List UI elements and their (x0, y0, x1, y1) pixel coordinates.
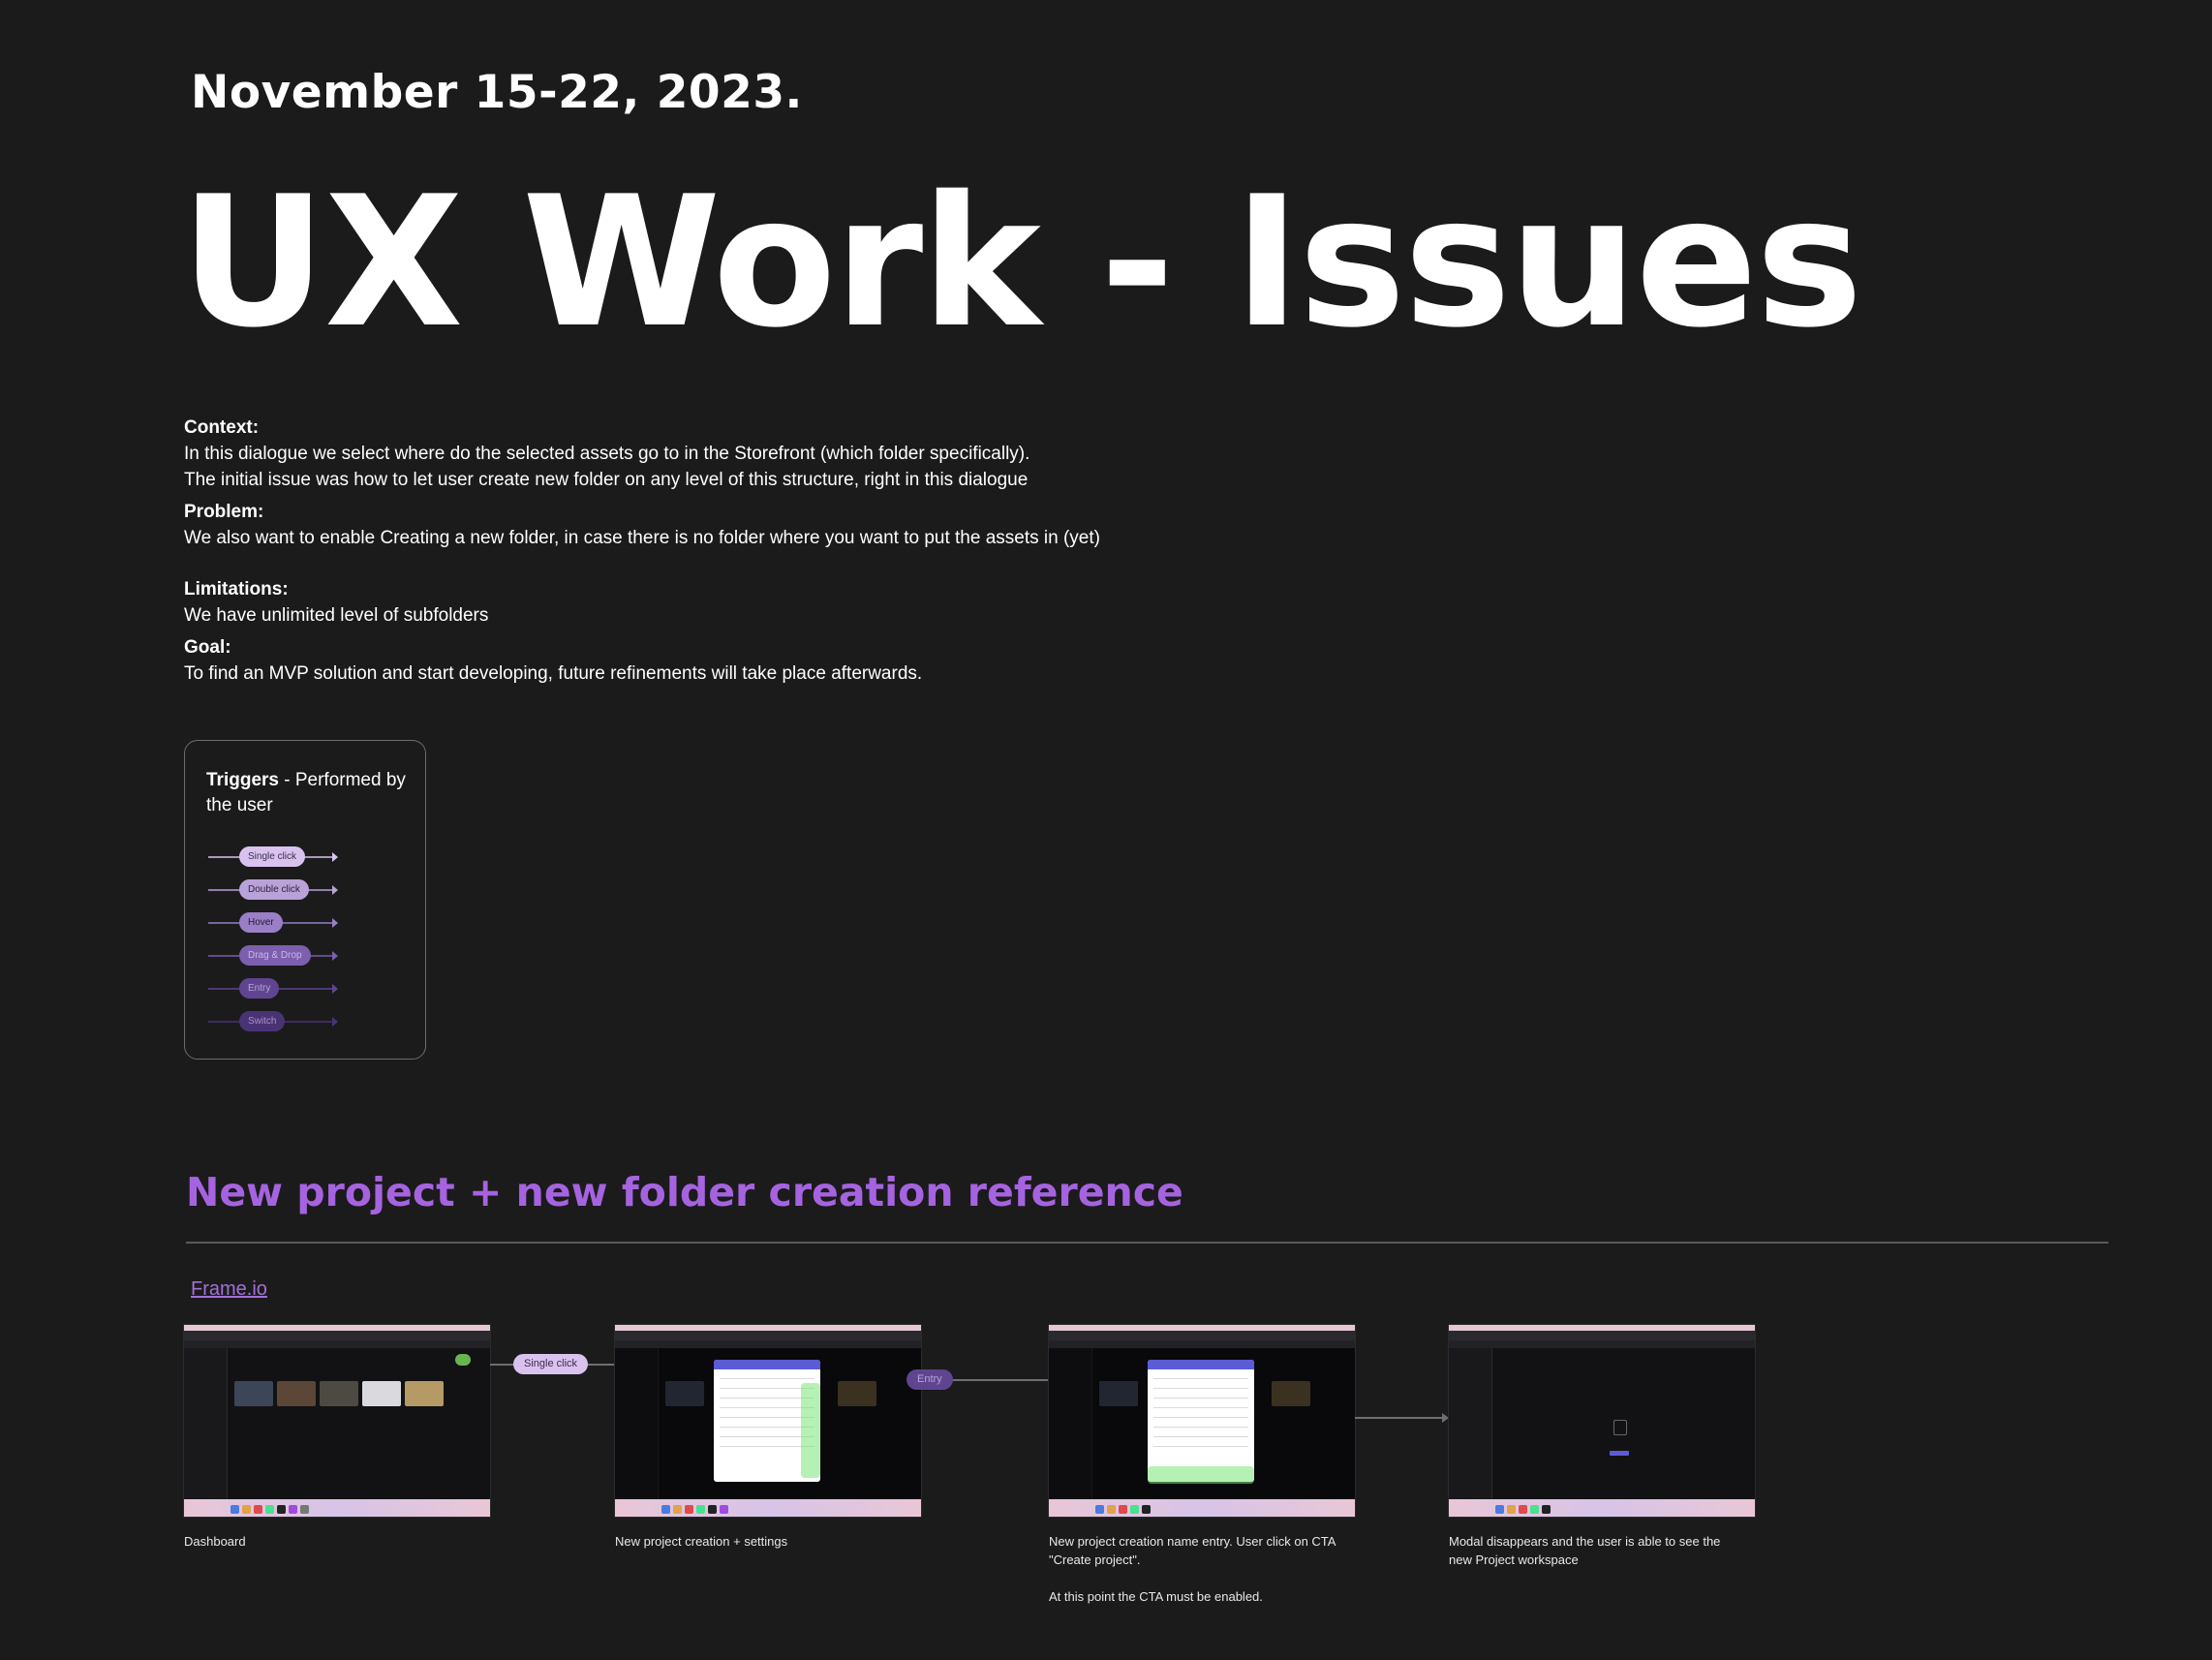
trigger-arrow (332, 852, 338, 862)
context-line: In this dialogue we select where do the … (184, 444, 1030, 464)
trigger-pill: Switch (239, 1011, 286, 1031)
modal-header (714, 1360, 820, 1369)
toggle-highlight (801, 1383, 820, 1478)
new-project-modal (1148, 1360, 1254, 1482)
new-project-settings-screenshot (615, 1325, 921, 1517)
modal-header (1148, 1360, 1254, 1369)
trigger-pill: Single click (239, 846, 306, 867)
flow-connector (1355, 1417, 1444, 1419)
dock (184, 1499, 490, 1517)
section-title: New project + new folder creation refere… (186, 1169, 1183, 1215)
trigger-pill: Entry (239, 978, 280, 999)
empty-state-icon (1613, 1420, 1627, 1435)
asset-thumbnail (234, 1381, 273, 1406)
goal-label: Goal: (184, 637, 231, 658)
issue-description: Context: In this dialogue we select wher… (184, 415, 1540, 692)
flow-arrow (1442, 1413, 1449, 1423)
click-highlight (455, 1354, 471, 1366)
trigger-arrow (332, 984, 338, 994)
goal-block: Goal: To find an MVP solution and start … (184, 634, 1540, 687)
page-title: UX Work - Issues (180, 157, 1863, 367)
limitations-block: Limitations: We have unlimited level of … (184, 576, 1540, 629)
section-divider (186, 1242, 2108, 1244)
browser-tabs (184, 1331, 490, 1340)
app-sidebar (184, 1348, 228, 1499)
step-caption-settings: New project creation + settings (615, 1534, 788, 1549)
context-block: Context: In this dialogue we select wher… (184, 415, 1540, 493)
trigger-pill: Double click (239, 879, 309, 900)
trigger-arrow (332, 951, 338, 961)
problem-text: We also want to enable Creating a new fo… (184, 528, 1100, 548)
triggers-legend-card: Triggers - Performed by the user Single … (184, 740, 426, 1060)
upload-button (1610, 1451, 1629, 1456)
browser-url-bar (184, 1340, 490, 1348)
project-workspace-screenshot (1449, 1325, 1755, 1517)
name-entry-screenshot (1049, 1325, 1355, 1517)
app-sidebar (1449, 1348, 1492, 1499)
asset-thumbnail (277, 1381, 316, 1406)
limitations-text: We have unlimited level of subfolders (184, 605, 489, 626)
trigger-legend-row: Switch (208, 1010, 338, 1033)
step-caption-workspace: Modal disappears and the user is able to… (1449, 1534, 1721, 1567)
asset-thumbnail (405, 1381, 444, 1406)
frameio-link[interactable]: Frame.io (191, 1278, 267, 1301)
flow-trigger-entry: Entry (906, 1369, 953, 1390)
trigger-pill: Drag & Drop (239, 945, 311, 966)
trigger-arrow (332, 885, 338, 895)
trigger-legend-row: Double click (208, 878, 338, 902)
trigger-legend-row: Single click (208, 845, 338, 869)
triggers-title: Triggers - Performed by the user (206, 768, 410, 818)
trigger-legend-row: Entry (208, 977, 338, 1000)
trigger-legend-row: Drag & Drop (208, 944, 338, 968)
step-caption-dashboard: Dashboard (184, 1534, 246, 1549)
create-project-cta-highlight (1148, 1466, 1254, 1484)
problem-block: Problem: We also want to enable Creating… (184, 499, 1540, 551)
step-caption-name-entry: New project creation name entry. User cl… (1049, 1534, 1336, 1604)
trigger-arrow (332, 918, 338, 928)
goal-text: To find an MVP solution and start develo… (184, 663, 923, 684)
trigger-arrow (332, 1017, 338, 1027)
context-label: Context: (184, 417, 260, 438)
trigger-legend-row: Hover (208, 911, 338, 935)
flow-trigger-single-click: Single click (513, 1354, 589, 1374)
context-line: The initial issue was how to let user cr… (184, 470, 1029, 490)
dashboard-screenshot (184, 1325, 490, 1517)
trigger-pill: Hover (239, 912, 283, 933)
date-heading: November 15-22, 2023. (191, 66, 803, 119)
triggers-title-bold: Triggers (206, 770, 279, 790)
asset-thumbnail (320, 1381, 358, 1406)
limitations-label: Limitations: (184, 579, 289, 599)
asset-thumbnail (362, 1381, 401, 1406)
problem-label: Problem: (184, 502, 264, 522)
